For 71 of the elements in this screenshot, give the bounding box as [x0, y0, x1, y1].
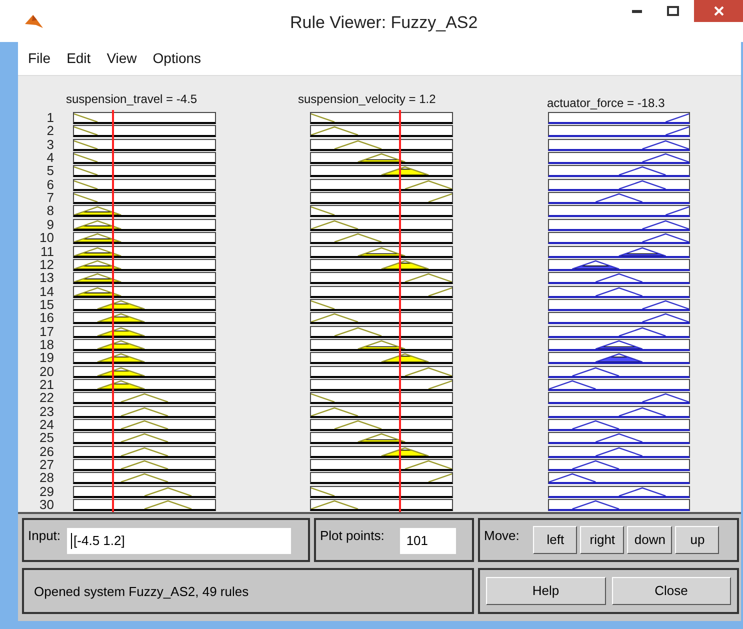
rule-number: 18: [38, 338, 54, 351]
input-value-line[interactable]: [398, 110, 401, 512]
rule-number: 19: [38, 351, 54, 364]
membership-triangle: [97, 340, 145, 349]
rule-number: 3: [46, 138, 54, 151]
membership-triangle: [97, 314, 145, 322]
input-value-line[interactable]: [112, 110, 114, 512]
input-label: Input:: [28, 527, 61, 545]
close-icon: [714, 6, 724, 16]
window-title: Rule Viewer: Fuzzy_AS2: [290, 12, 478, 34]
rule-number: 6: [46, 178, 54, 191]
rule-number: 27: [38, 458, 54, 472]
membership-triangle: [97, 380, 145, 389]
rule-number: 8: [46, 204, 54, 218]
status-text: Opened system Fuzzy_AS2, 49 rules: [34, 584, 249, 599]
menu-item[interactable]: Edit: [60, 46, 97, 71]
rule-number: 28: [38, 471, 54, 484]
move-button[interactable]: down: [627, 526, 672, 554]
rule-number: 1: [46, 111, 54, 124]
membership-triangle: [572, 260, 620, 269]
rule-number: 22: [38, 391, 54, 404]
move-button[interactable]: right: [580, 526, 624, 554]
rule-number: 4: [46, 151, 54, 164]
membership-triangle: [595, 354, 643, 362]
rule-number: 5: [46, 164, 54, 178]
variable-label: actuator_force = -18.3: [547, 95, 665, 112]
rule-number: 29: [38, 484, 54, 498]
menu-item[interactable]: Options: [146, 46, 208, 71]
rule-number: 12: [38, 258, 54, 271]
rule-number: 15: [38, 298, 54, 311]
plot-points-field[interactable]: 101: [400, 528, 456, 554]
move-button[interactable]: left: [533, 526, 578, 554]
menu-item[interactable]: View: [100, 46, 143, 71]
membership-triangle: [595, 340, 643, 349]
rule-number: 9: [46, 218, 54, 231]
menu-item[interactable]: File: [22, 46, 57, 71]
close-button[interactable]: [694, 0, 743, 22]
membership-triangle: [97, 366, 145, 376]
membership-triangle: [381, 354, 429, 362]
membership-triangle: [381, 166, 429, 176]
membership-triangle: [381, 260, 429, 269]
rule-number: 17: [38, 324, 54, 338]
rule-number: 2: [46, 124, 54, 138]
rule-number: 25: [38, 431, 54, 444]
membership-triangle: [97, 326, 145, 336]
rule-number: 10: [38, 231, 54, 244]
rule-number: 7: [46, 191, 54, 204]
membership-triangle: [381, 447, 429, 456]
input-field[interactable]: [-4.5 1.2]: [66, 528, 291, 554]
dialog-button[interactable]: Help: [486, 577, 606, 605]
variable-label: suspension_travel = -4.5: [66, 91, 198, 108]
rule-number: 24: [38, 418, 54, 432]
dialog-button[interactable]: Close: [612, 577, 731, 605]
rule-number: 21: [38, 378, 54, 391]
variable-label: suspension_velocity = 1.2: [298, 91, 436, 108]
rule-number: 16: [38, 311, 54, 324]
rule-number: 23: [38, 404, 54, 418]
plot-points-label: Plot points:: [320, 527, 384, 545]
rule-number: 13: [38, 271, 54, 284]
rule-number: 20: [38, 364, 54, 378]
rule-number: 26: [38, 444, 54, 458]
membership-triangle: [618, 246, 666, 256]
minimize-icon: [632, 10, 642, 12]
membership-triangle: [97, 300, 145, 309]
rule-number: 30: [38, 498, 54, 512]
rule-number: 11: [40, 244, 54, 258]
rule-number: 14: [38, 284, 54, 298]
move-button[interactable]: up: [675, 526, 720, 554]
move-label: Move:: [484, 527, 520, 545]
maximize-icon: [667, 6, 679, 16]
membership-triangle: [97, 354, 145, 362]
